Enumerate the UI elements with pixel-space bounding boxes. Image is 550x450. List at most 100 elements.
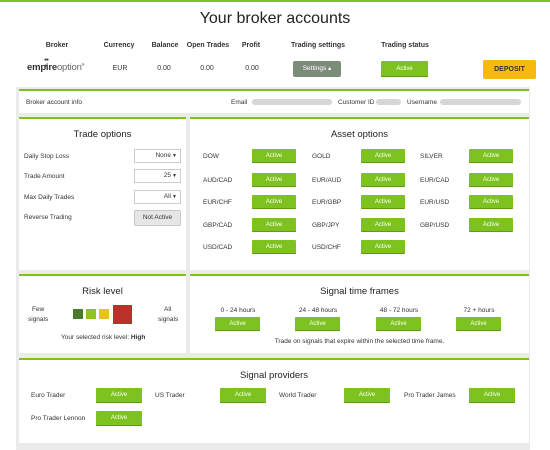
row-profit: 0.00 <box>245 65 259 72</box>
max-daily-trades-label: Max Daily Trades <box>24 194 75 201</box>
asset-label: USD/CHF <box>312 244 341 251</box>
time-frame-label: 24 - 48 hours <box>298 307 338 314</box>
risk-level-1-swatch[interactable] <box>73 309 83 319</box>
signal-providers-panel: Signal providers Euro Trader Active US T… <box>19 358 529 443</box>
provider-active-button[interactable]: Active <box>344 388 390 403</box>
settings-button[interactable]: Settings ▴ <box>293 61 341 77</box>
asset-active-button[interactable]: Active <box>252 240 296 254</box>
username-label: Username <box>407 99 437 106</box>
header-currency: Currency <box>103 42 135 49</box>
customer-id-label: Customer ID <box>338 99 375 106</box>
risk-level-panel: Risk level Few signals All signals Your … <box>19 274 186 353</box>
asset-label: EUR/CAD <box>420 177 450 184</box>
trade-amount-label: Trade Amount <box>24 173 65 180</box>
reverse-trading-label: Reverse Trading <box>24 214 72 221</box>
asset-active-button[interactable]: Active <box>252 218 296 232</box>
max-daily-trades-select[interactable]: All ▼ <box>134 190 181 204</box>
few-signals-label-line1: Few <box>32 306 45 313</box>
logo-registered-mark: ® <box>81 62 85 67</box>
asset-options-panel: Asset options DOW Active GOLD Active SIL… <box>190 117 529 270</box>
logo-dots-icon: ●● ● <box>44 57 49 69</box>
asset-active-button[interactable]: Active <box>469 195 513 209</box>
provider-label: Euro Trader <box>31 392 66 399</box>
risk-level-3-swatch[interactable] <box>99 309 109 319</box>
account-info-label: Broker account info <box>26 99 83 106</box>
trade-amount-value: 25 <box>163 172 171 179</box>
time-frame-active-button[interactable]: Active <box>456 317 501 331</box>
header-open-trades: Open Trades <box>186 42 230 49</box>
username-redacted <box>440 99 521 105</box>
asset-active-button[interactable]: Active <box>361 195 405 209</box>
provider-label: World Trader <box>279 392 317 399</box>
header-profit: Profit <box>241 42 261 49</box>
asset-label: EUR/GBP <box>312 199 342 206</box>
signal-providers-title: Signal providers <box>239 370 309 381</box>
logo-text-light: option <box>56 62 82 74</box>
time-frame-note: Trade on signals that expire within the … <box>274 338 445 345</box>
row-balance: 0.00 <box>157 65 171 72</box>
header-broker: Broker <box>45 42 69 49</box>
time-frame-label: 72 + hours <box>463 307 495 314</box>
daily-stop-loss-select[interactable]: None ▼ <box>134 149 181 163</box>
asset-label: GBP/CAD <box>203 222 233 229</box>
provider-label: US Trader <box>155 392 185 399</box>
trade-amount-select[interactable]: 25 ▼ <box>134 169 181 183</box>
selected-risk-level: Your selected risk level: High <box>61 334 145 341</box>
asset-label: USD/CAD <box>203 244 233 251</box>
asset-label: SILVER <box>420 153 443 160</box>
asset-active-button[interactable]: Active <box>361 173 405 187</box>
daily-stop-loss-label: Daily Stop Loss <box>24 153 70 160</box>
trading-status-button[interactable]: Active <box>381 61 428 77</box>
email-label: Email <box>231 99 248 106</box>
top-accent-bar <box>0 0 550 2</box>
asset-active-button[interactable]: Active <box>469 149 513 163</box>
daily-stop-loss-value: None <box>155 152 171 159</box>
time-frame-active-button[interactable]: Active <box>215 317 260 331</box>
customer-id-redacted <box>376 99 401 105</box>
signal-time-frames-panel: Signal time frames 0 - 24 hours Active 2… <box>190 274 529 353</box>
time-frame-label: 48 - 72 hours <box>379 307 419 314</box>
row-open-trades: 0.00 <box>200 65 214 72</box>
asset-label: DOW <box>203 153 219 160</box>
provider-active-button[interactable]: Active <box>96 411 142 426</box>
asset-active-button[interactable]: Active <box>361 240 405 254</box>
few-signals-label-line2: signals <box>28 316 49 323</box>
reverse-trading-button[interactable]: Not Active <box>134 210 181 226</box>
caret-down-icon: ▼ <box>172 173 177 179</box>
provider-active-button[interactable]: Active <box>469 388 515 403</box>
broker-logo: ●● ● empireoption® <box>27 57 85 74</box>
provider-label: Pro Trader Lennon <box>31 415 86 422</box>
selected-risk-value: High <box>130 334 146 341</box>
asset-label: GBP/USD <box>420 222 450 229</box>
asset-active-button[interactable]: Active <box>252 195 296 209</box>
bottom-background <box>16 444 530 450</box>
asset-label: EUR/USD <box>420 199 450 206</box>
logo-text-bold: empire <box>27 62 57 74</box>
asset-active-button[interactable]: Active <box>469 218 513 232</box>
asset-label: EUR/AUD <box>312 177 342 184</box>
asset-active-button[interactable]: Active <box>252 149 296 163</box>
asset-active-button[interactable]: Active <box>469 173 513 187</box>
email-redacted <box>252 99 332 105</box>
trade-options-title: Trade options <box>73 129 132 140</box>
risk-level-4-swatch-selected[interactable] <box>113 305 132 324</box>
row-currency: EUR <box>112 65 128 72</box>
trade-options-panel: Trade options Daily Stop Loss None ▼ Trad… <box>19 117 186 270</box>
deposit-button[interactable]: DEPOSIT <box>483 60 536 79</box>
selected-risk-label: Your selected risk level: <box>61 334 130 341</box>
time-frame-active-button[interactable]: Active <box>295 317 340 331</box>
provider-active-button[interactable]: Active <box>220 388 266 403</box>
asset-active-button[interactable]: Active <box>361 218 405 232</box>
time-frame-label: 0 - 24 hours <box>220 307 256 314</box>
asset-label: AUD/CAD <box>203 177 233 184</box>
time-frame-active-button[interactable]: Active <box>376 317 421 331</box>
asset-label: GBP/JPY <box>312 222 340 229</box>
all-signals-label-line1: All <box>164 306 172 313</box>
asset-label: GOLD <box>312 153 331 160</box>
asset-active-button[interactable]: Active <box>361 149 405 163</box>
signal-time-frames-title: Signal time frames <box>320 286 399 297</box>
provider-active-button[interactable]: Active <box>96 388 142 403</box>
risk-level-2-swatch[interactable] <box>86 309 96 319</box>
asset-active-button[interactable]: Active <box>252 173 296 187</box>
caret-down-icon: ▼ <box>172 194 177 200</box>
